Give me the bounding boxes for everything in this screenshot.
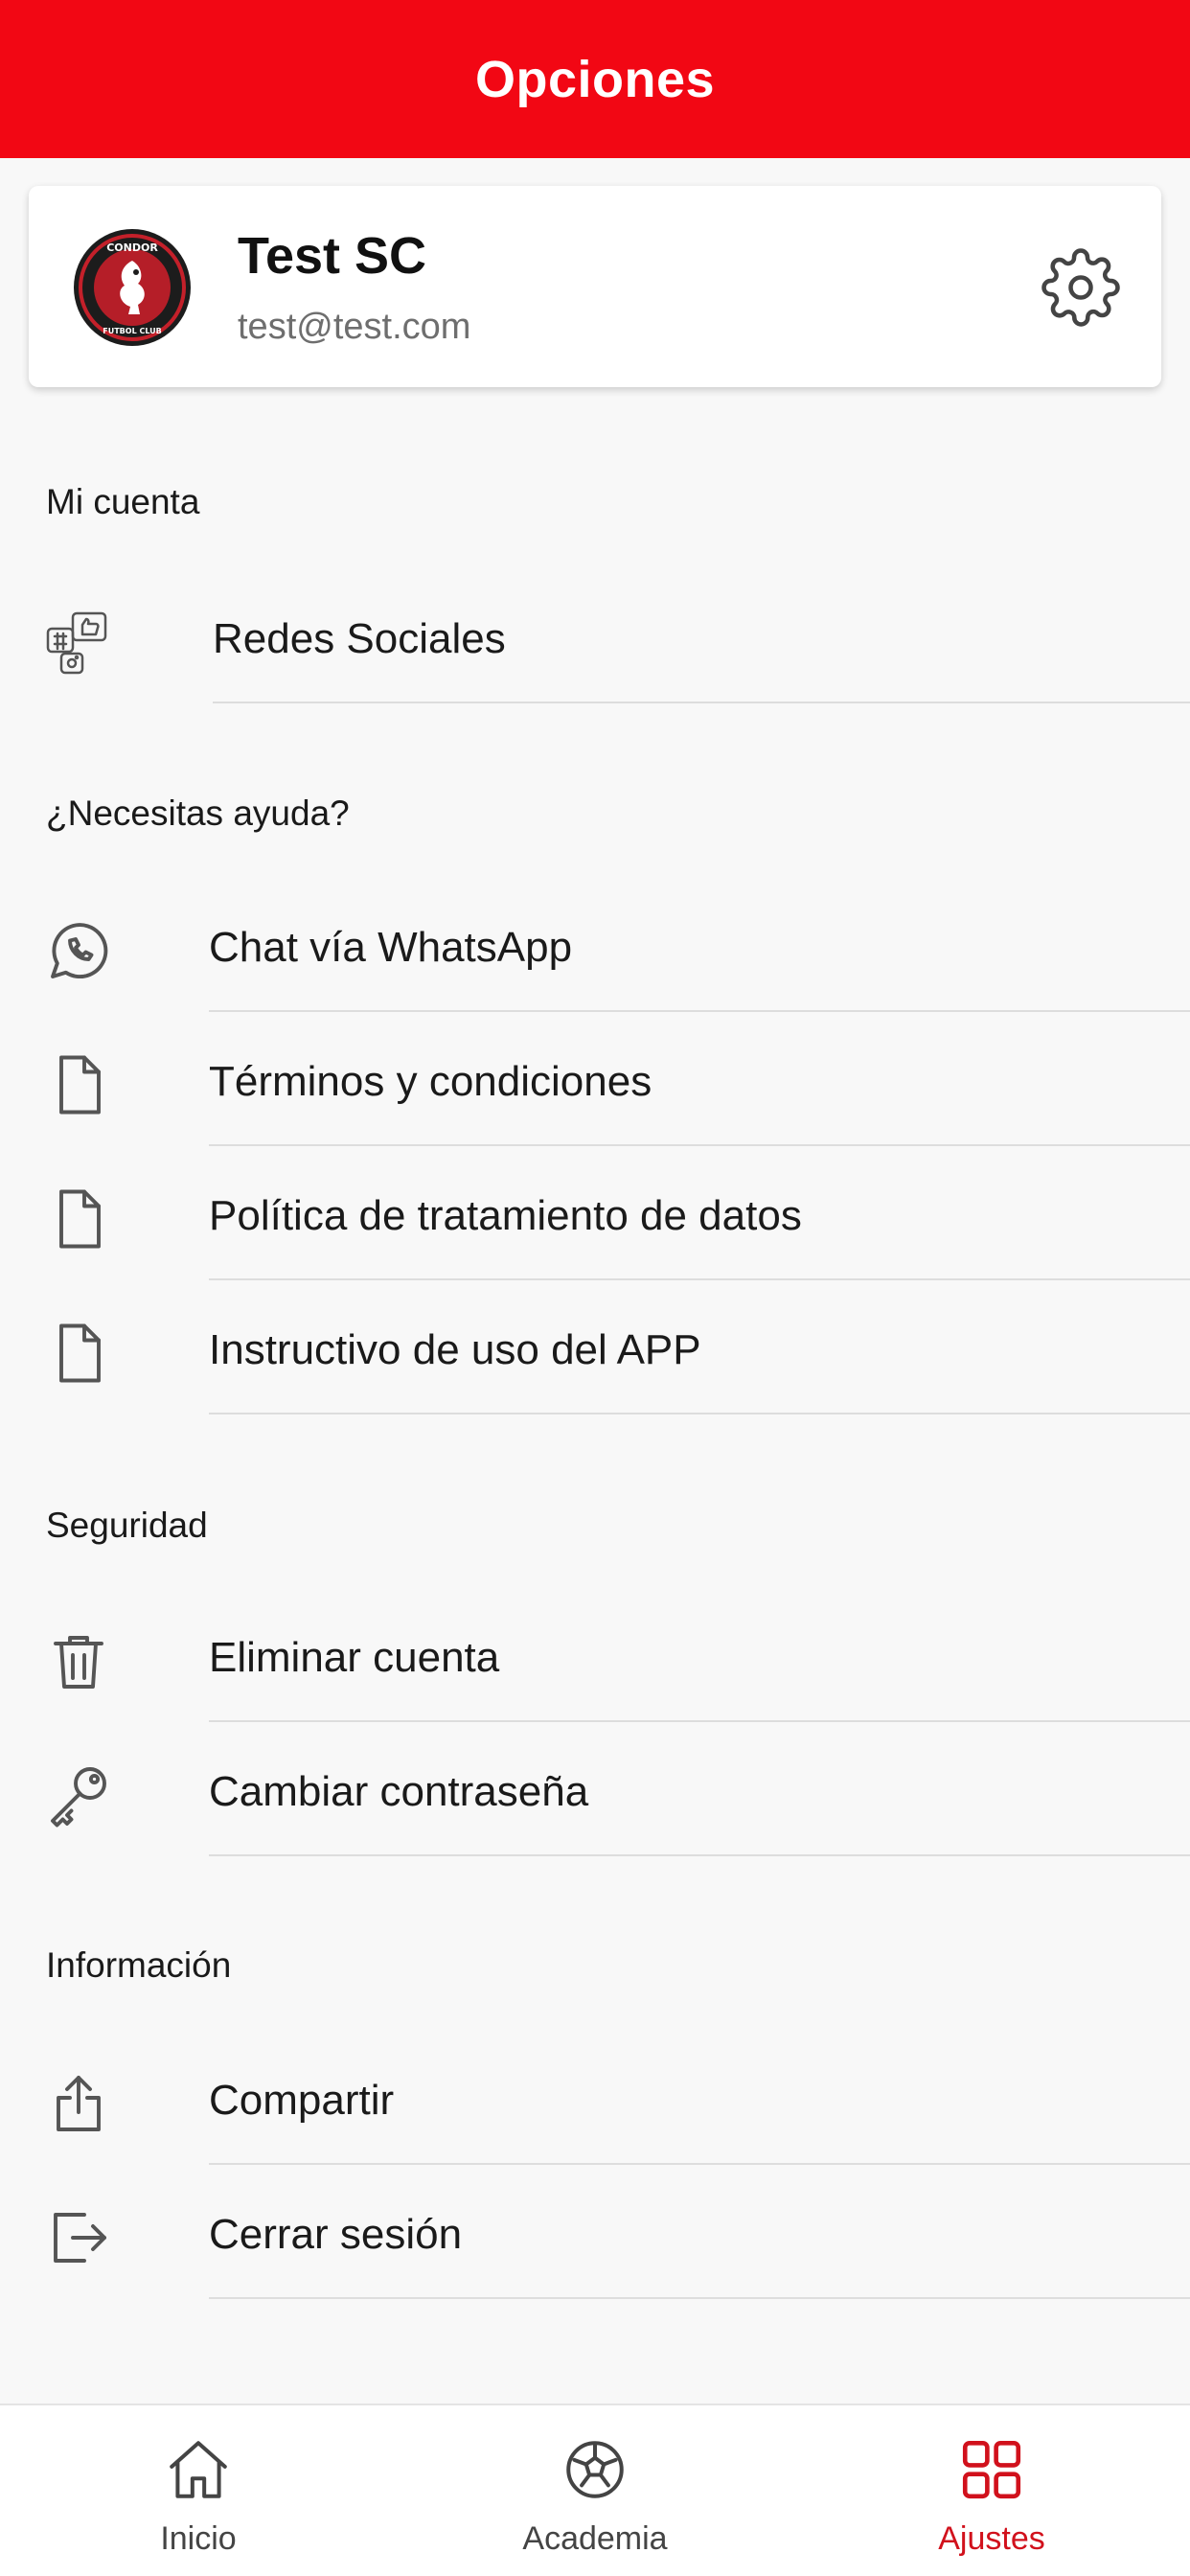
document-icon — [59, 1323, 101, 1383]
section-title-info: Información — [46, 1945, 232, 1985]
menu-item-logout[interactable]: Cerrar sesión — [0, 2165, 1190, 2299]
social-networks-icon — [46, 611, 107, 675]
whatsapp-icon — [51, 923, 108, 978]
logo-text-bottom: FUTBOL CLUB — [103, 327, 161, 335]
menu-item-label: Chat vía WhatsApp — [209, 924, 573, 971]
menu-item-label: Política de tratamiento de datos — [209, 1192, 802, 1239]
document-icon — [59, 1189, 101, 1249]
club-logo-avatar: CONDOR FUTBOL CLUB — [74, 229, 191, 346]
bottom-navigation: Inicio Academia Ajustes — [0, 2404, 1190, 2576]
menu-item-label: Eliminar cuenta — [209, 1634, 500, 1681]
menu-item-label: Cerrar sesión — [209, 2211, 463, 2258]
divider — [209, 1854, 1190, 1856]
menu-item-label: Redes Sociales — [213, 615, 506, 662]
profile-email: test@test.com — [238, 307, 471, 347]
nav-item-settings[interactable]: Ajustes — [793, 2405, 1190, 2576]
page-title: Opciones — [474, 50, 716, 108]
menu-item-whatsapp-chat[interactable]: Chat vía WhatsApp — [0, 878, 1190, 1012]
trash-icon — [54, 1636, 103, 1689]
profile-card: CONDOR FUTBOL CLUB Test SC test@test.com — [29, 186, 1161, 387]
menu-item-delete-account[interactable]: Eliminar cuenta — [0, 1588, 1190, 1722]
divider — [209, 2297, 1190, 2299]
section-title-account: Mi cuenta — [46, 482, 200, 521]
logo-text-top: CONDOR — [106, 242, 158, 254]
menu-item-label: Instructivo de uso del APP — [209, 1326, 701, 1373]
menu-item-label: Compartir — [209, 2077, 395, 2124]
menu-item-label: Cambiar contraseña — [209, 1768, 589, 1815]
nav-label: Academia — [522, 2520, 668, 2557]
nav-label: Inicio — [160, 2520, 237, 2557]
section-title-help: ¿Necesitas ayuda? — [46, 794, 350, 833]
menu-item-terms[interactable]: Términos y condiciones — [0, 1012, 1190, 1146]
menu-item-label: Términos y condiciones — [209, 1058, 652, 1105]
profile-name: Test SC — [238, 227, 427, 285]
menu-item-social-networks[interactable]: Redes Sociales — [0, 569, 1190, 703]
menu-item-app-guide[interactable]: Instructivo de uso del APP — [0, 1280, 1190, 1414]
share-icon — [57, 2076, 101, 2131]
soccer-ball-icon — [566, 2441, 624, 2498]
nav-label: Ajustes — [938, 2520, 1045, 2557]
logout-icon — [54, 2213, 106, 2263]
menu-item-share[interactable]: Compartir — [0, 2031, 1190, 2165]
grid-icon — [962, 2440, 1021, 2499]
divider — [209, 1413, 1190, 1414]
menu-item-data-policy[interactable]: Política de tratamiento de datos — [0, 1146, 1190, 1280]
menu-item-change-password[interactable]: Cambiar contraseña — [0, 1722, 1190, 1856]
nav-item-academy[interactable]: Academia — [397, 2405, 793, 2576]
divider — [213, 702, 1190, 703]
options-screen: Opciones CONDOR FUTBOL CLUB Test SC test… — [0, 0, 1190, 2576]
gear-icon[interactable] — [1041, 247, 1121, 328]
document-icon — [59, 1055, 101, 1115]
key-icon — [51, 1767, 106, 1828]
home-icon — [170, 2441, 227, 2498]
top-app-bar: Opciones — [0, 0, 1190, 158]
section-title-security: Seguridad — [46, 1506, 208, 1545]
nav-item-home[interactable]: Inicio — [0, 2405, 397, 2576]
